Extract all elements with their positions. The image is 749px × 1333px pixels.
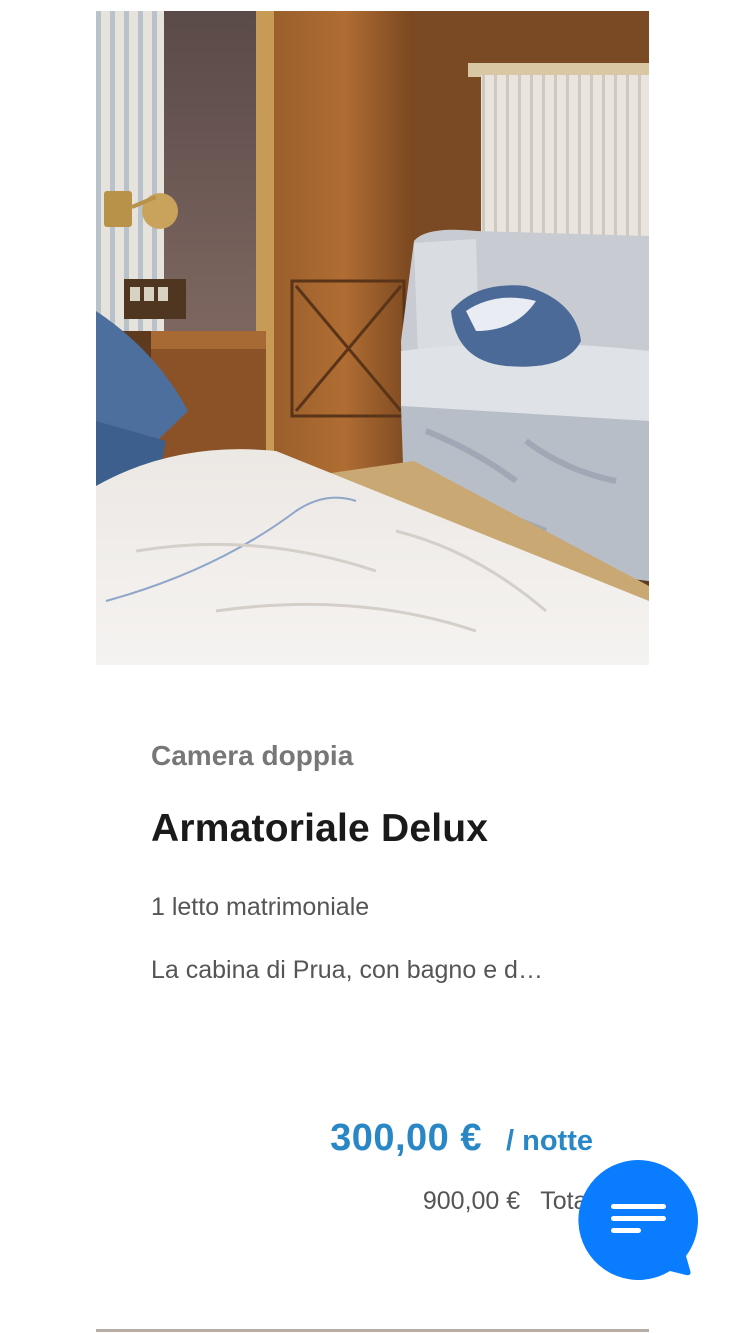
room-description: La cabina di Prua, con bagno e d… [151,956,543,984]
menu-lines-icon [578,1159,699,1280]
price-unit: / notte [506,1125,593,1157]
room-card: Camera doppia Armatoriale Delux 1 letto … [0,0,749,1333]
room-photo-image [96,11,649,665]
total-price: 900,00 € Total [423,1187,593,1216]
room-photo[interactable] [96,11,649,665]
price-amount: 300,00 € [330,1117,482,1159]
price-per-night: 300,00 € / notte [330,1117,593,1160]
bed-configuration: 1 letto matrimoniale [151,893,370,921]
room-name[interactable]: Armatoriale Delux [151,807,488,851]
chat-button[interactable] [578,1159,700,1283]
room-type: Camera doppia [151,740,354,771]
card-divider [96,1329,649,1332]
total-amount: 900,00 € [422,1187,521,1215]
